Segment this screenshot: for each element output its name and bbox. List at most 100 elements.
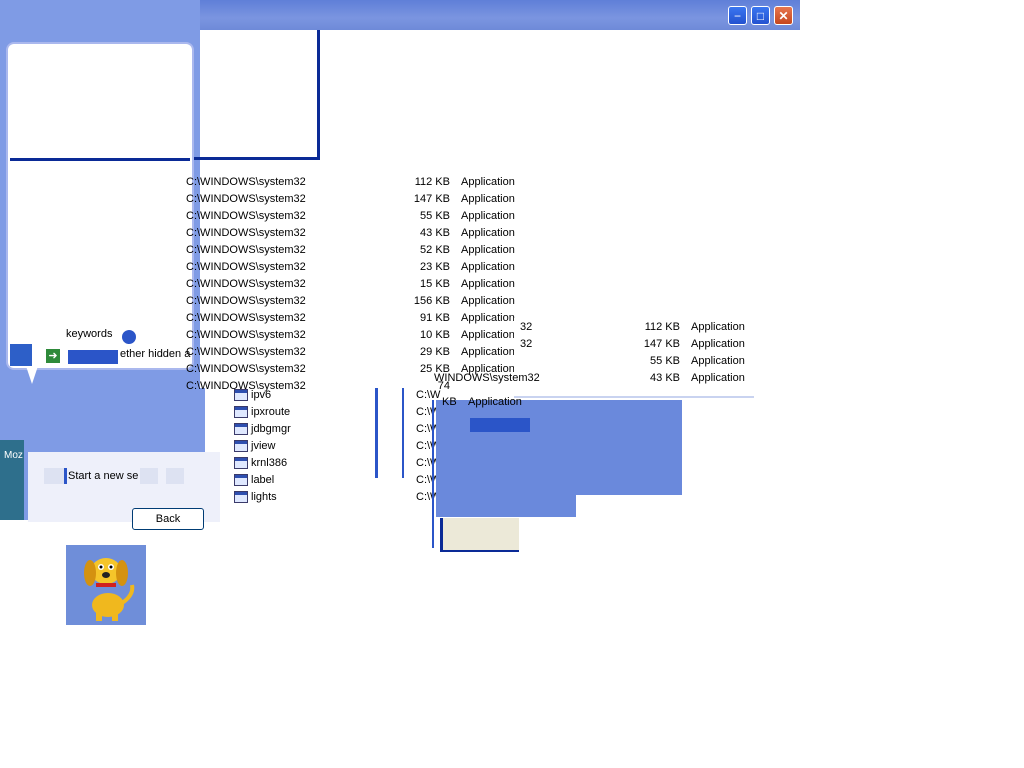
file-size: 29 KB <box>420 346 450 358</box>
application-icon <box>234 406 248 419</box>
file-name: jdbgmgr <box>251 423 291 435</box>
file-size: 112 KB <box>414 176 450 188</box>
fragment-path: WINDOWS\system32 <box>434 372 540 384</box>
file-path: C:\WINDOWS\system32 <box>186 193 306 205</box>
fragment-type: Application <box>691 338 745 350</box>
file-type: Application <box>461 261 515 273</box>
file-type: Application <box>461 227 515 239</box>
close-icon: ✕ <box>778 9 789 23</box>
file-path: C:\WINDOWS\system32 <box>186 227 306 239</box>
highlight-fragment <box>68 350 118 364</box>
file-type: Application <box>461 193 515 205</box>
balloon-text-area <box>10 46 190 161</box>
file-type: Application <box>461 244 515 256</box>
file-list-item[interactable]: ipv6 <box>234 387 271 404</box>
column-separator <box>432 400 434 548</box>
fragment-size: 147 KB <box>643 338 680 350</box>
file-type: Application <box>461 312 515 324</box>
file-size: 10 KB <box>420 329 450 341</box>
file-name: jview <box>251 440 276 452</box>
file-list-item[interactable]: ipxroute <box>234 404 290 421</box>
file-name: krnl386 <box>251 457 288 469</box>
fragment-kb-label: KB <box>442 396 457 408</box>
file-type: Application <box>461 278 515 290</box>
column-separator <box>402 388 404 478</box>
file-type: Application <box>461 346 515 358</box>
fragment-type: Application <box>691 321 745 333</box>
option-box-3 <box>166 468 184 484</box>
application-icon <box>234 491 248 504</box>
file-size: 55 KB <box>420 210 450 222</box>
file-list-item[interactable]: jview <box>234 438 275 455</box>
application-icon <box>234 457 248 470</box>
balloon-tail <box>26 366 38 384</box>
fragment-size: 43 KB <box>650 372 680 384</box>
file-list-item[interactable]: jdbgmgr <box>234 421 291 438</box>
fragment-type-label: Application <box>468 396 522 408</box>
maximize-button[interactable]: □ <box>751 6 770 25</box>
file-path: C:\WINDOWS\system32 <box>186 312 306 324</box>
keywords-radio[interactable] <box>122 330 136 344</box>
application-icon <box>234 440 248 453</box>
file-size: 15 KB <box>420 278 450 290</box>
selection-fragment <box>470 418 530 432</box>
option-marker <box>64 468 67 484</box>
file-name: ipv6 <box>251 389 272 401</box>
file-list-item[interactable]: krnl386 <box>234 455 287 472</box>
fragment-type: Application <box>691 355 745 367</box>
file-type: Application <box>461 176 515 188</box>
file-name: ipxroute <box>251 406 291 418</box>
file-path: C:\WINDOWS\system32 <box>186 261 306 273</box>
file-size: 43 KB <box>420 227 450 239</box>
file-type: Application <box>461 210 515 222</box>
file-list-item[interactable]: label <box>234 472 274 489</box>
fragment-size: 112 KB <box>644 321 680 333</box>
hidden-files-option[interactable]: ether hidden a <box>120 348 190 360</box>
close-button[interactable]: ✕ <box>774 6 793 25</box>
fragment-path: 32 <box>520 338 533 350</box>
option-checkbox[interactable] <box>44 468 64 484</box>
arrow-right-icon[interactable]: ➜ <box>46 349 60 363</box>
window-fragment-body <box>440 518 519 552</box>
file-size: 91 KB <box>420 312 450 324</box>
taskbar-label: Moz <box>4 450 23 461</box>
pane-lower-block <box>0 388 205 454</box>
taskbar-fragment: Moz <box>0 440 24 520</box>
file-size: 52 KB <box>420 244 450 256</box>
fragment-path: 32 <box>520 321 533 333</box>
file-path: C:\WINDOWS\system32 <box>186 278 306 290</box>
file-size: 23 KB <box>420 261 450 273</box>
file-type: Application <box>461 295 515 307</box>
file-name: label <box>251 474 275 486</box>
option-box-2 <box>140 468 158 484</box>
file-size: 156 KB <box>413 295 450 307</box>
file-name: lights <box>251 491 277 503</box>
column-separator <box>375 388 378 478</box>
application-icon <box>234 423 248 436</box>
start-new-search-link[interactable]: Start a new se <box>68 470 138 482</box>
file-path: C:\WINDOWS\system32 <box>186 329 306 341</box>
keywords-label: keywords <box>66 328 113 340</box>
file-list-item[interactable]: lights <box>234 489 277 506</box>
dog-icon <box>84 558 135 621</box>
minimize-button[interactable]: − <box>728 6 747 25</box>
minimize-icon: − <box>733 9 741 23</box>
file-path: C:\WINDOWS\system32 <box>186 295 306 307</box>
back-button[interactable]: Back <box>132 508 204 530</box>
window-fragment <box>436 400 682 495</box>
fragment-type: Application <box>691 372 745 384</box>
file-type: Application <box>461 329 515 341</box>
window-frame-fragment <box>192 30 320 160</box>
file-path: C:\WINDOWS\system32 <box>186 244 306 256</box>
file-path: C:\WINDOWS\system32 <box>186 346 306 358</box>
application-icon <box>234 389 248 402</box>
search-assistant-dog[interactable] <box>66 545 146 625</box>
application-icon <box>234 474 248 487</box>
window-fragment-lower <box>436 495 576 517</box>
file-path: C:\WINDOWS\system32 <box>186 363 306 375</box>
fragment-size: 55 KB <box>650 355 680 367</box>
file-path: C:\WINDOWS\system32 <box>186 176 306 188</box>
file-size: 147 KB <box>413 193 450 205</box>
file-path: C:\WINDOWS\system32 <box>186 210 306 222</box>
balloon-option-marker <box>10 344 32 366</box>
